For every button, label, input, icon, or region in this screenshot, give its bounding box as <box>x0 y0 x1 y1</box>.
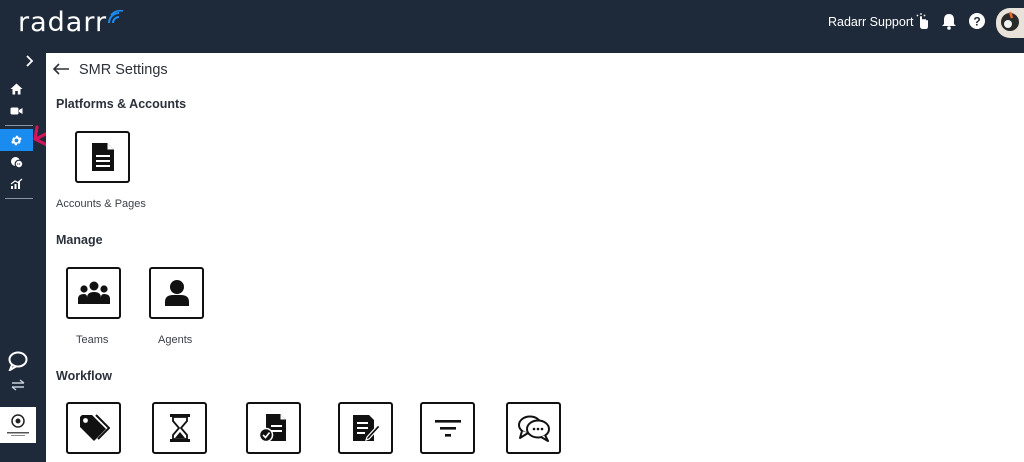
user-icon <box>164 280 189 306</box>
svg-text:?: ? <box>973 15 980 29</box>
tile-workflow-hourglass[interactable] <box>152 402 207 454</box>
expand-chevron-icon[interactable] <box>25 55 35 67</box>
sidebar-item-settings[interactable] <box>0 129 33 151</box>
sidebar-divider <box>5 198 33 199</box>
gesture-icon[interactable] <box>912 11 932 31</box>
support-chat-icon[interactable] <box>7 351 28 371</box>
company-logo-icon <box>7 414 29 436</box>
tile-label-teams: Teams <box>76 334 109 346</box>
bell-icon[interactable] <box>939 11 959 31</box>
user-name[interactable]: Radarr Support <box>828 15 913 29</box>
switch-icon[interactable] <box>10 378 26 392</box>
tile-workflow-tags[interactable] <box>66 402 121 454</box>
tile-teams[interactable] <box>66 267 121 319</box>
sidebar-item-conversations[interactable] <box>0 151 33 173</box>
app-logo[interactable]: radarr <box>18 9 107 37</box>
section-title-platforms: Platforms & Accounts <box>56 97 187 111</box>
chat-bubbles-icon <box>10 156 23 168</box>
conversation-icon <box>517 415 550 442</box>
tile-workflow-edit[interactable] <box>338 402 393 454</box>
tile-label-accounts-pages: Accounts & Pages <box>56 198 146 210</box>
logo-waves-icon <box>108 9 124 24</box>
home-icon <box>10 83 23 95</box>
tile-workflow-conversations[interactable] <box>506 402 561 454</box>
document-icon <box>91 143 114 171</box>
video-icon <box>10 107 23 115</box>
back-arrow-icon[interactable] <box>52 62 70 76</box>
help-icon[interactable]: ? <box>967 11 987 31</box>
main-content: SMR Settings Platforms & Accounts Accoun… <box>46 53 1024 462</box>
tile-workflow-approvals[interactable] <box>246 402 301 454</box>
sidebar-item-home[interactable] <box>0 78 33 100</box>
gear-icon <box>11 135 22 145</box>
avatar[interactable] <box>996 8 1024 38</box>
tile-label-agents: Agents <box>158 334 193 346</box>
sidebar-item-video[interactable] <box>0 100 33 122</box>
sidebar-divider <box>5 125 33 126</box>
company-logo[interactable] <box>0 407 36 443</box>
team-icon <box>77 281 110 304</box>
page-title: SMR Settings <box>79 62 168 78</box>
analytics-icon <box>10 178 23 189</box>
sidebar <box>0 45 38 462</box>
filter-icon <box>434 420 461 437</box>
tile-workflow-filter[interactable] <box>420 402 475 454</box>
edit-document-icon <box>352 415 381 441</box>
top-bar: radarr Radarr Support ? <box>0 0 1024 45</box>
section-title-manage: Manage <box>56 233 103 247</box>
tile-agents[interactable] <box>149 267 204 319</box>
approved-document-icon <box>258 414 286 443</box>
sidebar-item-analytics[interactable] <box>0 173 33 195</box>
tags-icon <box>79 414 110 441</box>
hourglass-icon <box>169 414 190 442</box>
section-title-workflow: Workflow <box>56 369 113 383</box>
